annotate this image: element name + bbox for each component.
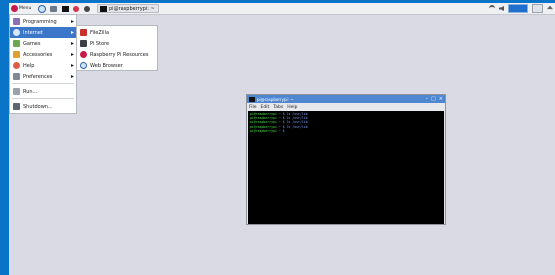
close-icon[interactable]: ×: [439, 96, 443, 102]
taskbar: Menu pi@raspberrypi: ~: [9, 3, 555, 15]
start-menu: Programming ▸ Internet ▸ Games ▸ Accesso…: [9, 14, 77, 114]
chevron-right-icon: ▸: [70, 29, 74, 36]
shutdown-icon: [13, 103, 20, 110]
menu-tabs[interactable]: Tabs: [273, 105, 283, 110]
submenu-item-filezilla[interactable]: FileZilla: [77, 27, 157, 38]
menu-button-label: Menu: [19, 6, 32, 11]
submenu-item-label: Raspberry Pi Resources: [90, 51, 149, 58]
volume-icon[interactable]: [499, 6, 504, 11]
menu-item-internet[interactable]: Internet ▸: [10, 27, 76, 38]
menu-item-label: Help: [23, 62, 35, 69]
cpu-monitor-small: [532, 4, 543, 13]
menu-button[interactable]: Menu: [11, 4, 31, 13]
menu-item-label: Run...: [23, 88, 38, 95]
submenu-item-pi-resources[interactable]: Raspberry Pi Resources: [77, 49, 157, 60]
raspberry-icon: [11, 5, 18, 12]
menu-item-run[interactable]: Run...: [10, 86, 76, 97]
submenu-item-web-browser[interactable]: Web Browser: [77, 60, 157, 71]
menu-item-label: Programming: [23, 18, 57, 25]
chevron-right-icon: ▸: [70, 62, 74, 69]
programming-icon: [13, 18, 20, 25]
menu-item-shutdown[interactable]: Shutdown...: [10, 101, 76, 112]
submenu-item-label: Pi Store: [90, 40, 110, 47]
wolfram-icon: [73, 5, 79, 12]
internet-submenu: FileZilla Pi Store Raspberry Pi Resource…: [76, 25, 158, 71]
menu-item-label: Shutdown...: [23, 103, 53, 110]
launcher-globe[interactable]: [38, 4, 46, 13]
chevron-right-icon: ▸: [70, 40, 74, 47]
preferences-icon: [13, 73, 20, 80]
window-menubar: File Edit Tabs Help: [247, 103, 445, 111]
minimize-icon[interactable]: –: [426, 96, 429, 102]
menu-edit[interactable]: Edit: [261, 105, 270, 110]
menu-separator: [12, 98, 74, 99]
submenu-item-label: FileZilla: [90, 29, 110, 36]
menu-item-label: Games: [23, 40, 41, 47]
launcher-files[interactable]: [50, 4, 57, 13]
menu-item-help[interactable]: Help ▸: [10, 60, 76, 71]
submenu-item-pi-store[interactable]: Pi Store: [77, 38, 157, 49]
filezilla-icon: [80, 29, 87, 36]
help-icon: [13, 62, 20, 69]
menu-item-label: Accessories: [23, 51, 53, 58]
taskbar-window-button[interactable]: pi@raspberrypi: ~: [97, 4, 159, 13]
submenu-item-label: Web Browser: [90, 62, 123, 69]
menu-item-preferences[interactable]: Preferences ▸: [10, 71, 76, 82]
games-icon: [13, 40, 20, 47]
menu-item-programming[interactable]: Programming ▸: [10, 16, 76, 27]
launcher-wolfram[interactable]: [73, 4, 79, 13]
terminal-icon: [249, 96, 255, 102]
terminal-console[interactable]: pi@raspberrypi ~ $ ls /usr/lib pi@raspbe…: [248, 111, 444, 224]
internet-icon: [13, 29, 20, 36]
accessories-icon: [13, 51, 20, 58]
cpu-monitor: [508, 4, 528, 13]
eject-icon[interactable]: [547, 5, 553, 10]
launcher-mathematica[interactable]: [84, 4, 90, 13]
chevron-right-icon: ▸: [70, 51, 74, 58]
menu-item-games[interactable]: Games ▸: [10, 38, 76, 49]
maximize-icon[interactable]: □: [431, 96, 436, 102]
desktop[interactable]: Menu pi@raspberrypi: ~ Programming ▸ Int…: [9, 3, 555, 275]
wifi-icon[interactable]: [489, 5, 495, 12]
system-tray: [489, 4, 553, 13]
mathematica-icon: [84, 5, 90, 12]
console-line: pi@raspberrypi ~ $: [250, 128, 285, 133]
globe-icon: [38, 4, 46, 13]
terminal-icon: [100, 5, 107, 12]
menu-item-accessories[interactable]: Accessories ▸: [10, 49, 76, 60]
window-controls: – □ ×: [426, 96, 443, 102]
taskbar-window-label: pi@raspberrypi: ~: [109, 5, 155, 12]
pi-store-icon: [80, 40, 87, 47]
menu-file[interactable]: File: [249, 105, 257, 110]
window-titlebar[interactable]: pi@raspberrypi: ~ – □ ×: [247, 95, 445, 103]
chevron-right-icon: ▸: [70, 73, 74, 80]
run-icon: [13, 88, 20, 95]
terminal-icon: [62, 5, 69, 12]
launcher-terminal[interactable]: [62, 4, 69, 13]
menu-item-label: Preferences: [23, 73, 53, 80]
folder-icon: [50, 5, 57, 12]
menu-help[interactable]: Help: [287, 105, 297, 110]
menu-item-label: Internet: [23, 29, 43, 36]
menu-separator: [12, 83, 74, 84]
window-title: pi@raspberrypi: ~: [257, 96, 294, 102]
globe-icon: [80, 62, 87, 69]
raspberry-icon: [80, 51, 87, 58]
terminal-window[interactable]: pi@raspberrypi: ~ – □ × File Edit Tabs H…: [246, 94, 446, 225]
chevron-right-icon: ▸: [70, 18, 74, 25]
